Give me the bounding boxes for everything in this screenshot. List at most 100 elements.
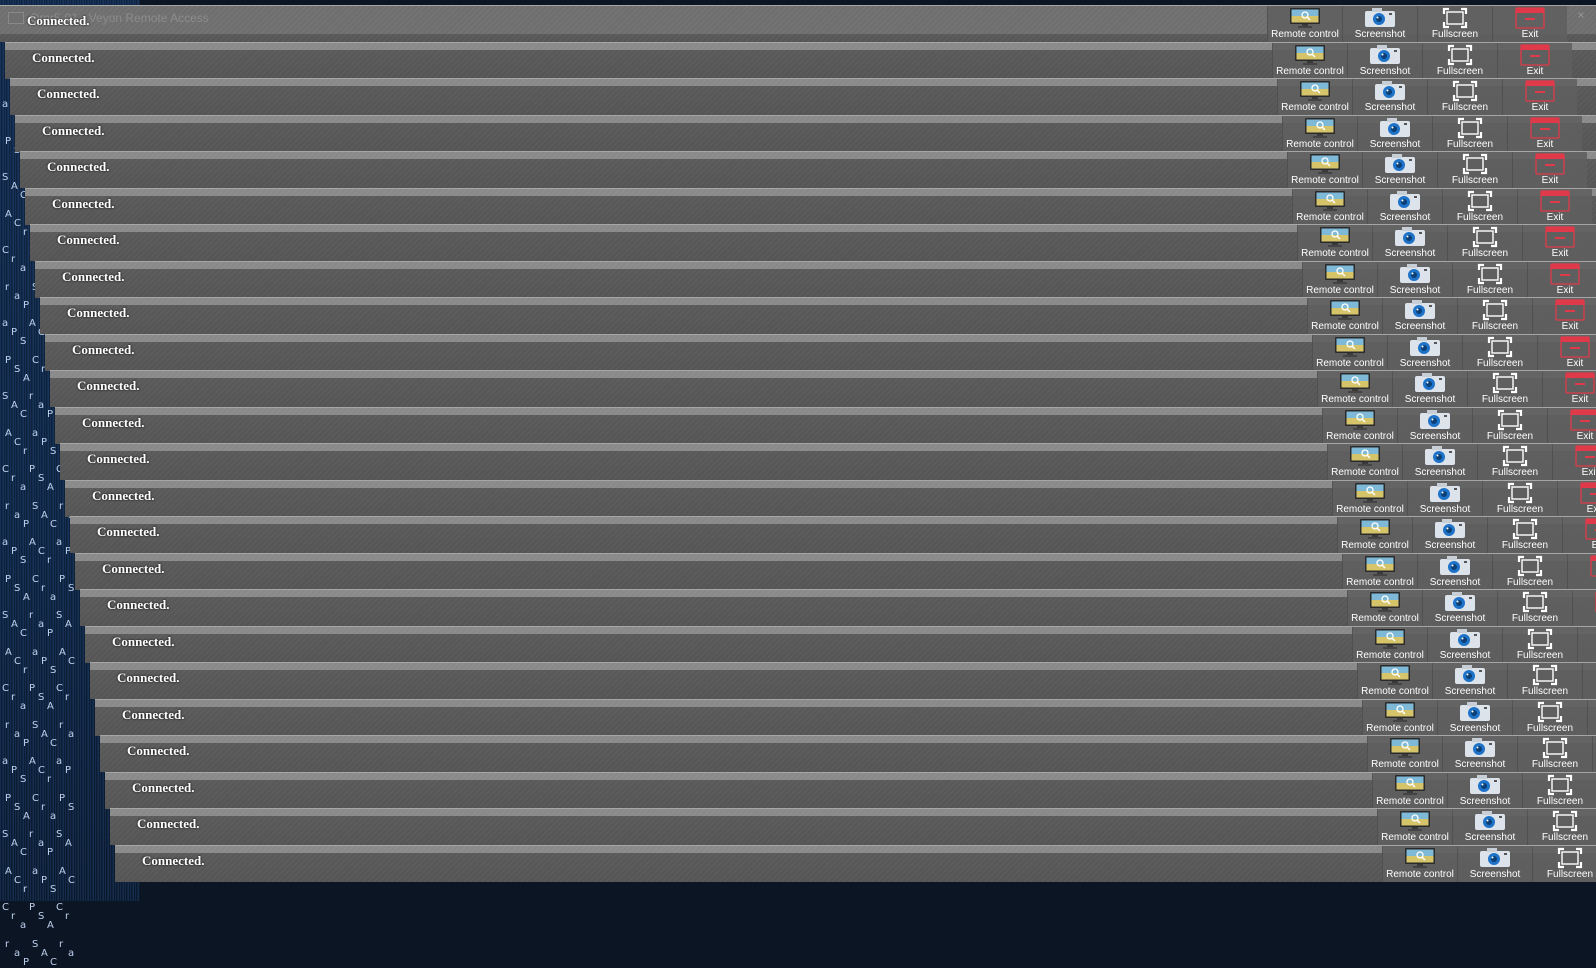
remote-control-button[interactable]: Remote control	[1312, 334, 1387, 371]
exit-button[interactable]: Exit	[1572, 590, 1596, 626]
fullscreen-button[interactable]: Fullscreen	[1457, 298, 1532, 334]
screenshot-button[interactable]: Screenshot	[1382, 298, 1457, 334]
remote-control-button[interactable]: Remote control	[1277, 79, 1352, 115]
fullscreen-button[interactable]: Fullscreen	[1467, 371, 1542, 407]
screenshot-button[interactable]: Screenshot	[1392, 371, 1467, 407]
screenshot-button[interactable]: Screenshot	[1457, 845, 1532, 882]
fullscreen-button[interactable]: Fullscreen	[1477, 444, 1552, 480]
fullscreen-button[interactable]: Fullscreen	[1472, 407, 1547, 444]
remote-control-button[interactable]: Remote control	[1352, 626, 1427, 663]
remote-control-button[interactable]: Remote control	[1362, 699, 1437, 736]
screenshot-button[interactable]: Screenshot	[1442, 736, 1517, 772]
exit-button[interactable]: Exit	[1552, 444, 1596, 480]
screenshot-button[interactable]: Screenshot	[1412, 517, 1487, 553]
screenshot-button[interactable]: Screenshot	[1352, 79, 1427, 115]
camera-icon	[1372, 80, 1408, 102]
fullscreen-button[interactable]: Fullscreen	[1442, 188, 1517, 225]
remote-control-button[interactable]: Remote control	[1332, 480, 1407, 517]
fullscreen-button[interactable]: Fullscreen	[1462, 334, 1537, 371]
exit-button[interactable]: Exit	[1492, 6, 1567, 42]
exit-button[interactable]: Exit	[1517, 188, 1592, 225]
screenshot-button[interactable]: Screenshot	[1357, 115, 1432, 152]
remote-control-label: Remote control	[1351, 613, 1419, 624]
exit-button[interactable]: Exit	[1507, 115, 1582, 152]
screenshot-button[interactable]: Screenshot	[1432, 663, 1507, 699]
remote-control-button[interactable]: Remote control	[1357, 663, 1432, 699]
remote-control-button[interactable]: Remote control	[1322, 407, 1397, 444]
remote-control-button[interactable]: Remote control	[1302, 261, 1377, 298]
screenshot-button[interactable]: Screenshot	[1447, 772, 1522, 809]
fullscreen-button[interactable]: Fullscreen	[1437, 152, 1512, 188]
remote-control-button[interactable]: Remote control	[1337, 517, 1412, 553]
remote-control-button[interactable]: Remote control	[1367, 736, 1442, 772]
exit-button[interactable]: Exit	[1522, 225, 1596, 261]
screenshot-button[interactable]: Screenshot	[1452, 809, 1527, 845]
fullscreen-button[interactable]: Fullscreen	[1482, 480, 1557, 517]
fullscreen-button[interactable]: Fullscreen	[1512, 699, 1587, 736]
screenshot-button[interactable]: Screenshot	[1427, 626, 1502, 663]
camera-icon	[1412, 372, 1448, 394]
screenshot-button[interactable]: Screenshot	[1342, 6, 1417, 42]
exit-label: Exit	[1536, 138, 1554, 150]
fullscreen-button[interactable]: Fullscreen	[1417, 6, 1492, 42]
screenshot-button[interactable]: Screenshot	[1347, 42, 1422, 79]
exit-button[interactable]: Exit	[1557, 480, 1596, 517]
monitor-magnifier-icon	[1397, 810, 1433, 832]
remote-control-button[interactable]: Remote control	[1307, 298, 1382, 334]
exit-button[interactable]: Exit	[1577, 626, 1596, 663]
screenshot-button[interactable]: Screenshot	[1417, 553, 1492, 590]
fullscreen-button[interactable]: Fullscreen	[1527, 809, 1596, 845]
fullscreen-button[interactable]: Fullscreen	[1447, 225, 1522, 261]
remote-control-button[interactable]: Remote control	[1377, 809, 1452, 845]
remote-control-button[interactable]: Remote control	[1267, 6, 1342, 42]
exit-button[interactable]: Exit	[1542, 371, 1596, 407]
exit-button[interactable]: Exit	[1532, 298, 1596, 334]
screenshot-button[interactable]: Screenshot	[1402, 444, 1477, 480]
remote-control-button[interactable]: Remote control	[1292, 188, 1367, 225]
fullscreen-button[interactable]: Fullscreen	[1532, 845, 1596, 882]
fullscreen-button[interactable]: Fullscreen	[1492, 553, 1567, 590]
remote-control-button[interactable]: Remote control	[1342, 553, 1417, 590]
screenshot-button[interactable]: Screenshot	[1367, 188, 1442, 225]
remote-control-button[interactable]: Remote control	[1287, 152, 1362, 188]
fullscreen-button[interactable]: Fullscreen	[1517, 736, 1592, 772]
exit-button[interactable]: Exit	[1562, 517, 1596, 553]
fullscreen-button[interactable]: Fullscreen	[1507, 663, 1582, 699]
screenshot-label: Screenshot	[1414, 467, 1466, 478]
fullscreen-button[interactable]: Fullscreen	[1497, 590, 1572, 626]
exit-button[interactable]: Exit	[1587, 699, 1596, 736]
screenshot-button[interactable]: Screenshot	[1407, 480, 1482, 517]
exit-button[interactable]: Exit	[1537, 334, 1596, 371]
window-close-icon[interactable]: ×	[1574, 8, 1588, 22]
remote-control-button[interactable]: Remote control	[1297, 225, 1372, 261]
exit-button[interactable]: Exit	[1582, 663, 1596, 699]
fullscreen-button[interactable]: Fullscreen	[1427, 79, 1502, 115]
remote-control-button[interactable]: Remote control	[1282, 115, 1357, 152]
remote-control-button[interactable]: Remote control	[1372, 772, 1447, 809]
screenshot-button[interactable]: Screenshot	[1362, 152, 1437, 188]
remote-control-button[interactable]: Remote control	[1272, 42, 1347, 79]
screenshot-button[interactable]: Screenshot	[1387, 334, 1462, 371]
remote-control-button[interactable]: Remote control	[1347, 590, 1422, 626]
fullscreen-button[interactable]: Fullscreen	[1522, 772, 1596, 809]
exit-button[interactable]: Exit	[1497, 42, 1572, 79]
exit-button[interactable]: Exit	[1502, 79, 1577, 115]
screenshot-button[interactable]: Screenshot	[1372, 225, 1447, 261]
screenshot-button[interactable]: Screenshot	[1397, 407, 1472, 444]
exit-button[interactable]: Exit	[1567, 553, 1596, 590]
exit-button[interactable]: Exit	[1592, 736, 1596, 772]
exit-button[interactable]: Exit	[1512, 152, 1587, 188]
fullscreen-button[interactable]: Fullscreen	[1432, 115, 1507, 152]
remote-control-button[interactable]: Remote control	[1327, 444, 1402, 480]
screenshot-button[interactable]: Screenshot	[1377, 261, 1452, 298]
fullscreen-button[interactable]: Fullscreen	[1422, 42, 1497, 79]
screenshot-button[interactable]: Screenshot	[1437, 699, 1512, 736]
fullscreen-button[interactable]: Fullscreen	[1487, 517, 1562, 553]
fullscreen-button[interactable]: Fullscreen	[1502, 626, 1577, 663]
remote-control-button[interactable]: Remote control	[1382, 845, 1457, 882]
fullscreen-button[interactable]: Fullscreen	[1452, 261, 1527, 298]
exit-button[interactable]: Exit	[1547, 407, 1596, 444]
remote-control-button[interactable]: Remote control	[1317, 371, 1392, 407]
screenshot-button[interactable]: Screenshot	[1422, 590, 1497, 626]
exit-button[interactable]: Exit	[1527, 261, 1596, 298]
